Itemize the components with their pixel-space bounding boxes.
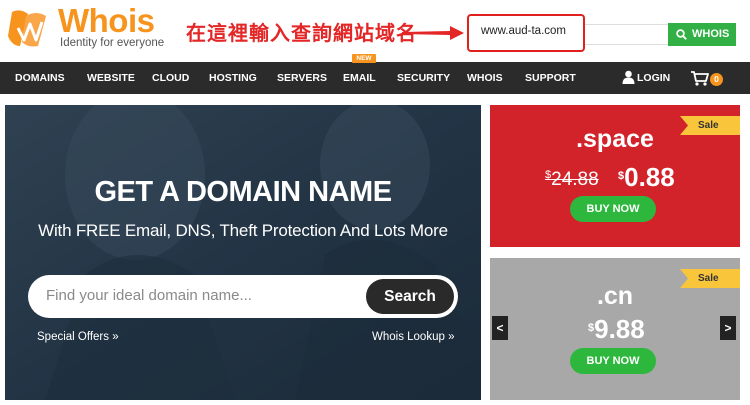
user-icon[interactable]	[622, 70, 635, 84]
whois-logo-icon[interactable]	[6, 6, 52, 50]
main-nav: DOMAINS WEBSITE CLOUD HOSTING SERVERS EM…	[0, 62, 750, 94]
promo-new-price: $0.88	[618, 162, 675, 192]
promo-old-price: $24.88	[545, 169, 599, 190]
nav-item-domains[interactable]: DOMAINS	[15, 72, 65, 84]
hero-title: GET A DOMAIN NAME	[94, 176, 392, 208]
annotation-arrow-icon	[402, 26, 464, 40]
nav-item-servers[interactable]: SERVERS	[277, 72, 327, 84]
whois-lookup-link[interactable]: Whois Lookup »	[372, 330, 454, 344]
new-badge: NEW	[352, 54, 376, 63]
cart-icon[interactable]	[691, 71, 709, 86]
logo-wordmark[interactable]: Whois	[58, 2, 155, 40]
sale-label: Sale	[698, 120, 719, 131]
whois-button-label: WHOIS	[692, 28, 730, 40]
whois-search-button[interactable]: WHOIS	[668, 23, 736, 46]
buy-now-button[interactable]: BUY NOW	[570, 196, 656, 222]
cart-count-badge: 0	[710, 73, 723, 86]
nav-item-support[interactable]: SUPPORT	[525, 72, 576, 84]
sale-label: Sale	[698, 273, 719, 284]
special-offers-link[interactable]: Special Offers »	[37, 330, 119, 344]
nav-item-hosting[interactable]: HOSTING	[209, 72, 257, 84]
domain-search-button[interactable]: Search	[366, 279, 454, 314]
hero-subtitle: With FREE Email, DNS, Theft Protection A…	[38, 221, 448, 240]
site-header: Whois Identity for everyone 在這裡輸入查詢網站域名 …	[0, 0, 750, 62]
carousel-prev-button[interactable]: <	[492, 316, 508, 340]
nav-item-website[interactable]: WEBSITE	[87, 72, 135, 84]
logo-tagline: Identity for everyone	[60, 37, 165, 49]
whois-search-field[interactable]: www.aud-ta.com	[467, 14, 585, 52]
whois-input-extension[interactable]	[583, 24, 669, 45]
domain-search-input[interactable]: Find your ideal domain name...	[46, 287, 252, 305]
nav-item-whois[interactable]: WHOIS	[467, 72, 503, 84]
search-icon	[676, 29, 687, 40]
nav-item-security[interactable]: SECURITY	[397, 72, 450, 84]
login-link[interactable]: LOGIN	[637, 72, 670, 84]
nav-item-cloud[interactable]: CLOUD	[152, 72, 189, 84]
hero-banner: GET A DOMAIN NAME With FREE Email, DNS, …	[5, 105, 481, 400]
domain-search-field[interactable]: Find your ideal domain name... Search	[28, 275, 458, 318]
buy-now-button[interactable]: BUY NOW	[570, 348, 656, 374]
carousel-next-button[interactable]: >	[720, 316, 736, 340]
nav-item-email[interactable]: EMAIL	[343, 72, 376, 84]
promo-new-price: $9.88	[588, 314, 645, 344]
whois-input-value[interactable]: www.aud-ta.com	[481, 25, 566, 37]
sale-ribbon: Sale	[680, 269, 740, 288]
instruction-annotation: 在這裡輸入查詢網站域名	[186, 21, 417, 45]
sale-ribbon: Sale	[680, 116, 740, 135]
hero-background-image	[5, 105, 481, 400]
